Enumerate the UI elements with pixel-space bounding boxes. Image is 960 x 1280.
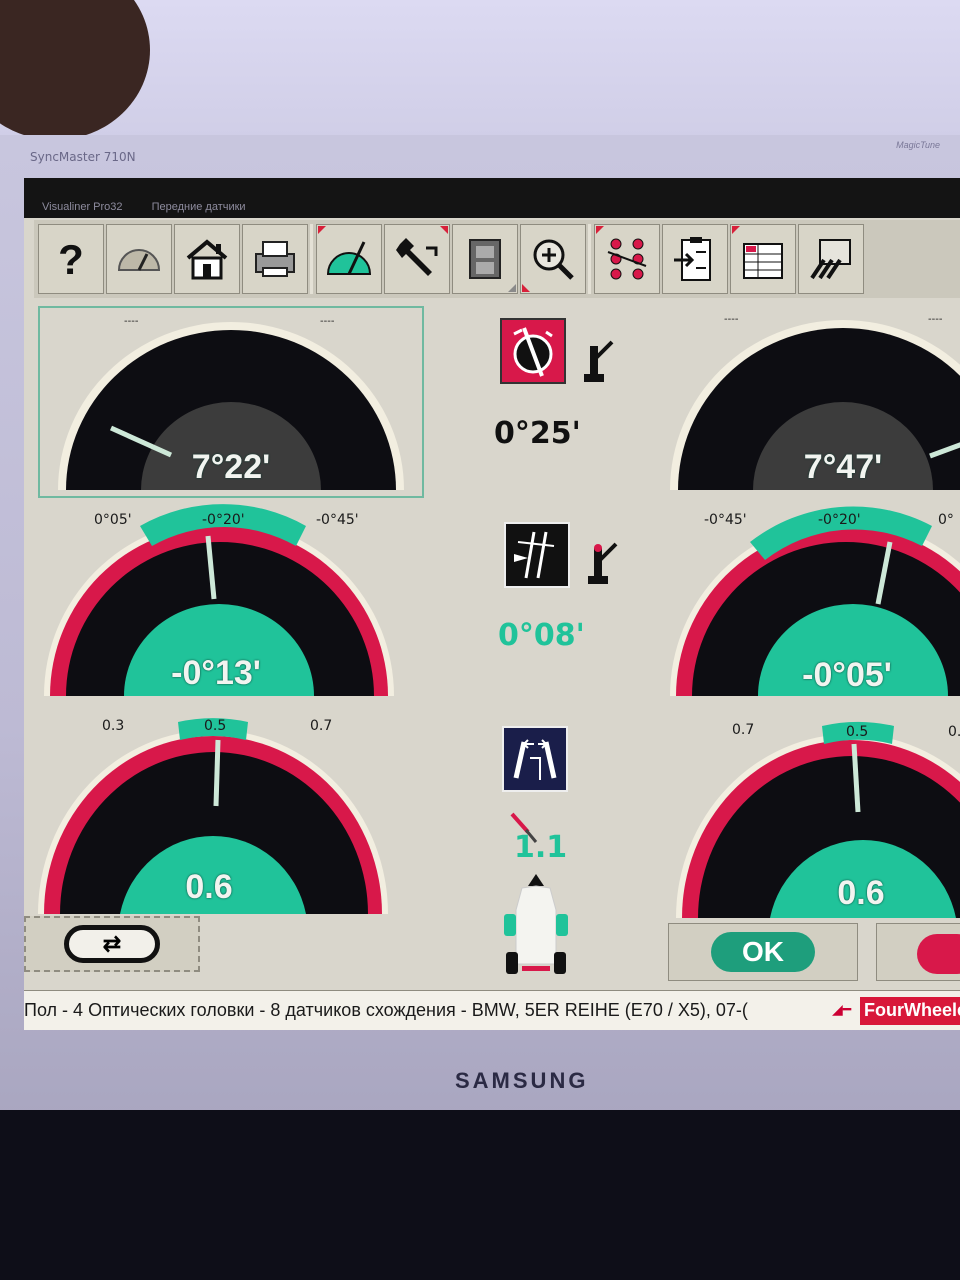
wheel-toe-icon <box>513 739 557 780</box>
ok-button-label: OK <box>711 932 815 972</box>
toe-left-min: 0.3 <box>102 718 125 734</box>
marker-corner <box>522 284 530 292</box>
camber-left-min: 0°05' <box>94 512 132 528</box>
clipboard-button[interactable] <box>662 224 728 294</box>
wheel-camber-icon <box>514 531 555 579</box>
camber-right-target: -0°20' <box>818 512 861 528</box>
help-button[interactable]: ? <box>38 224 104 294</box>
car-icon <box>504 874 568 974</box>
toe-right-max: 0. <box>948 724 960 740</box>
toe-right-min: 0.7 <box>732 722 755 738</box>
camber-left-target: -0°20' <box>202 512 245 528</box>
points-icon <box>607 238 647 280</box>
camber-icon-box[interactable] <box>504 522 570 588</box>
toolbar-separator <box>588 224 591 294</box>
caster-right-value: 7°47' <box>803 448 883 486</box>
jack-icon <box>584 340 614 382</box>
svg-text:?: ? <box>58 236 84 283</box>
caster-cross-value: 0°25' <box>494 416 581 451</box>
monitor-magictune: MagicTune <box>896 140 940 150</box>
caster-icon-box[interactable] <box>500 318 566 384</box>
magnifier-icon <box>533 239 574 280</box>
desk-area <box>0 1110 960 1280</box>
zoom-button[interactable] <box>520 224 586 294</box>
marker-corner <box>318 226 326 234</box>
toe-icon-box[interactable] <box>502 726 568 792</box>
cycle-button[interactable]: ⇄ <box>24 916 200 972</box>
monitor-model: SyncMaster 710N <box>30 150 136 164</box>
caster-left-dash-right: ---- <box>320 316 335 327</box>
printer-icon <box>255 241 295 277</box>
jack-icon <box>588 542 618 584</box>
app-title: Visualiner Pro32 <box>42 201 123 213</box>
table-button[interactable] <box>730 224 796 294</box>
gauge-button[interactable] <box>106 224 172 294</box>
title-bar: Visualiner Pro32 Передние датчики <box>24 178 960 218</box>
film-button[interactable] <box>452 224 518 294</box>
toolbar: ? <box>34 220 960 298</box>
caster-right-dash-left: ---- <box>724 314 739 325</box>
marker-corner <box>596 226 604 234</box>
camber-cross-value: 0°08' <box>498 618 585 653</box>
camber-right-value: -0°05' <box>802 656 892 694</box>
monitor-brand: SAMSUNG <box>455 1068 589 1093</box>
clipboard-icon <box>674 237 711 281</box>
screen: Visualiner Pro32 Передние датчики ? ----… <box>24 178 960 1030</box>
status-text: Пол - 4 Оптических головки - 8 датчиков … <box>24 1000 748 1020</box>
wrench-icon <box>396 238 438 276</box>
toe-right-value: 0.6 <box>837 874 885 912</box>
ok-button[interactable]: OK <box>668 923 858 981</box>
home-button[interactable] <box>174 224 240 294</box>
brand-mark-icon: ◢━ <box>832 1001 852 1017</box>
toe-left-max: 0.7 <box>310 718 333 734</box>
sensors-button[interactable] <box>798 224 864 294</box>
toe-left-target: 0.5 <box>204 718 227 734</box>
measure-button[interactable] <box>316 224 382 294</box>
toe-total-value: 1.1 <box>514 830 568 865</box>
toolbar-separator <box>310 224 313 294</box>
marker-corner <box>732 226 740 234</box>
next-button[interactable] <box>876 923 960 981</box>
protractor-icon <box>326 241 372 275</box>
sensor-heads-icon <box>810 239 851 280</box>
points-button[interactable] <box>594 224 660 294</box>
wheel-caster-icon <box>513 327 553 377</box>
marker-corner <box>508 284 516 292</box>
spreadsheet-icon <box>743 243 783 279</box>
marker-corner <box>440 226 448 234</box>
home-icon <box>186 239 228 280</box>
camber-right-min: -0°45' <box>704 512 747 528</box>
camber-right-max: 0° <box>938 512 954 528</box>
speedometer-icon <box>117 249 161 271</box>
adjust-button[interactable] <box>384 224 450 294</box>
caster-left-value: 7°22' <box>191 448 271 486</box>
help-icon: ? <box>58 236 84 283</box>
caster-right-dash-right: ---- <box>928 314 943 325</box>
brand-logo: FourWheeler <box>860 997 960 1025</box>
caster-left-dash-left: ---- <box>124 316 139 327</box>
cycle-icon: ⇄ <box>64 925 160 963</box>
toe-left-needle <box>213 739 221 807</box>
toe-left-value: 0.6 <box>185 868 233 906</box>
camber-left-max: -0°45' <box>316 512 359 528</box>
screen-title: Передние датчики <box>151 201 246 213</box>
print-button[interactable] <box>242 224 308 294</box>
next-button-pill <box>917 934 960 974</box>
status-bar: Пол - 4 Оптических головки - 8 датчиков … <box>24 990 960 1030</box>
toe-right-target: 0.5 <box>846 724 869 740</box>
film-icon <box>469 239 501 279</box>
camber-left-value: -0°13' <box>171 654 261 692</box>
